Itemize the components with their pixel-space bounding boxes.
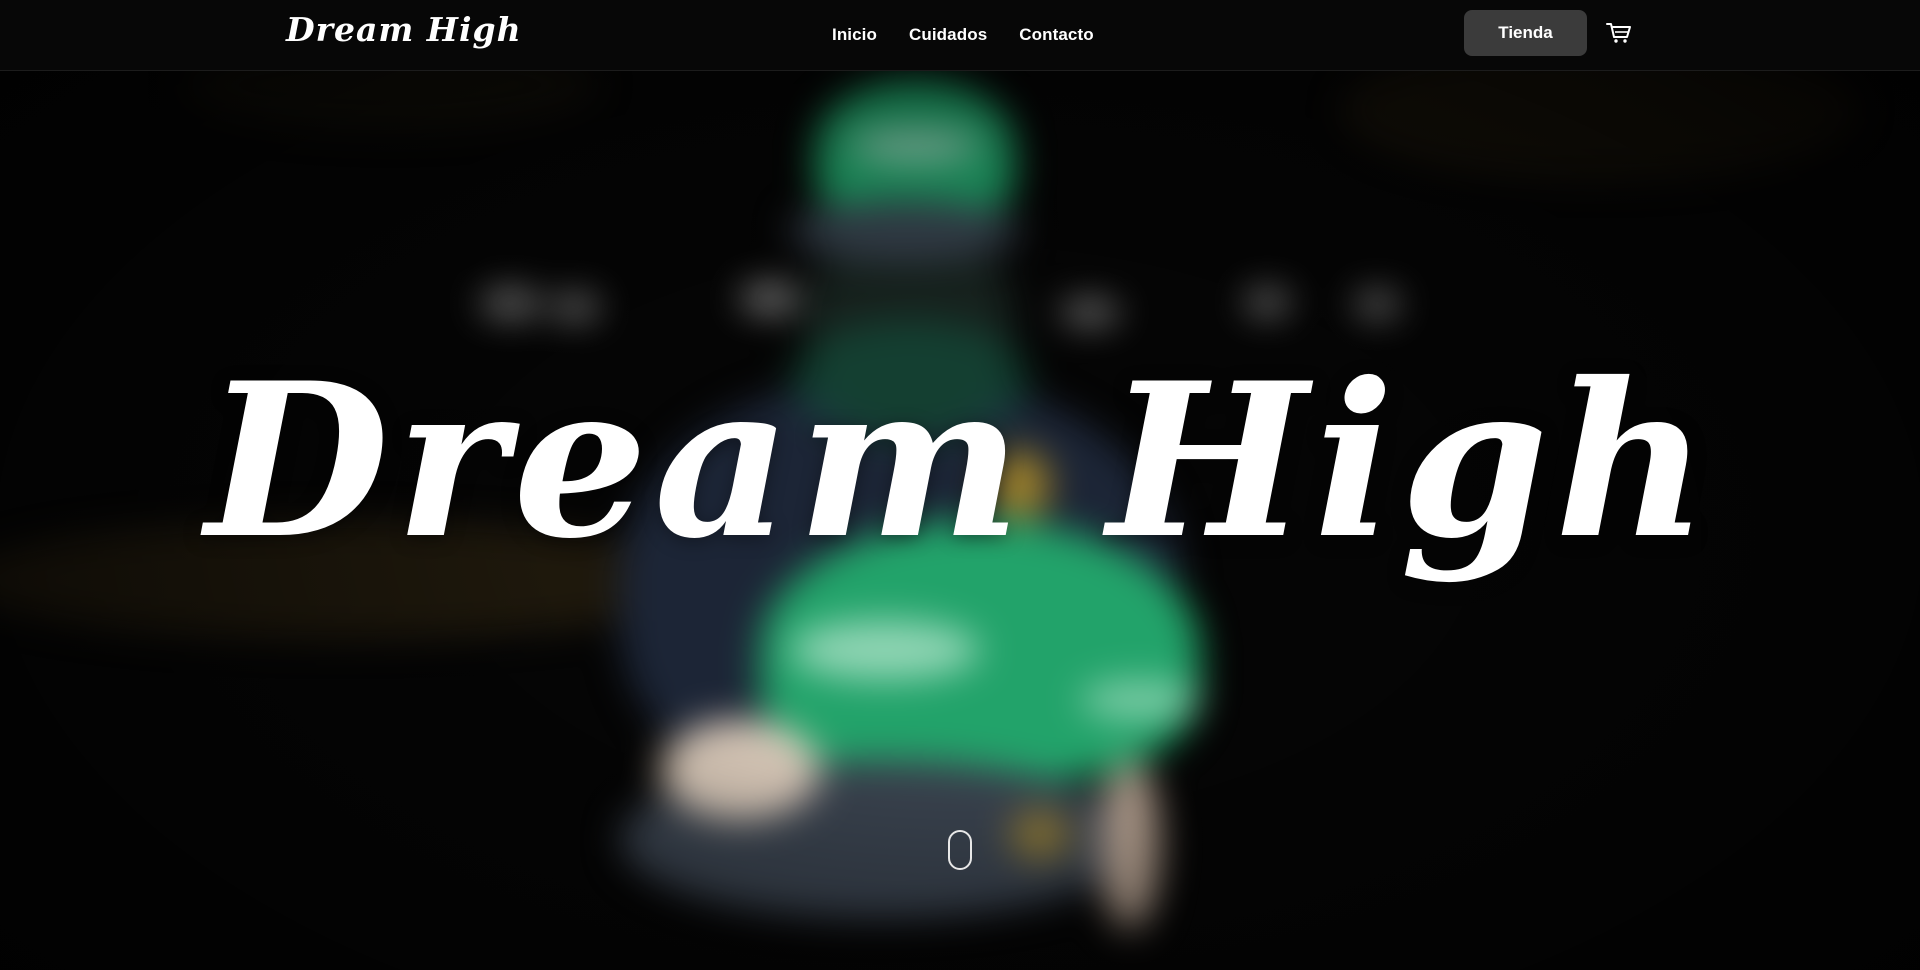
mouse-scroll-icon[interactable] (948, 830, 972, 870)
cart-icon-svg (1606, 23, 1631, 43)
nav-link-cuidados[interactable]: Cuidados (909, 25, 987, 45)
page: Dream High Inicio Cuidados Contacto Tien… (0, 0, 1920, 970)
nav-link-inicio[interactable]: Inicio (832, 25, 877, 45)
cart-icon[interactable] (1606, 22, 1632, 44)
site-logo[interactable]: Dream High (286, 10, 522, 49)
site-header: Dream High Inicio Cuidados Contacto Tien… (0, 0, 1920, 71)
main-nav: Inicio Cuidados Contacto (832, 25, 1094, 45)
shop-button[interactable]: Tienda (1464, 10, 1587, 56)
nav-link-contacto[interactable]: Contacto (1019, 25, 1093, 45)
hero-title: Dream High (205, 336, 1715, 585)
